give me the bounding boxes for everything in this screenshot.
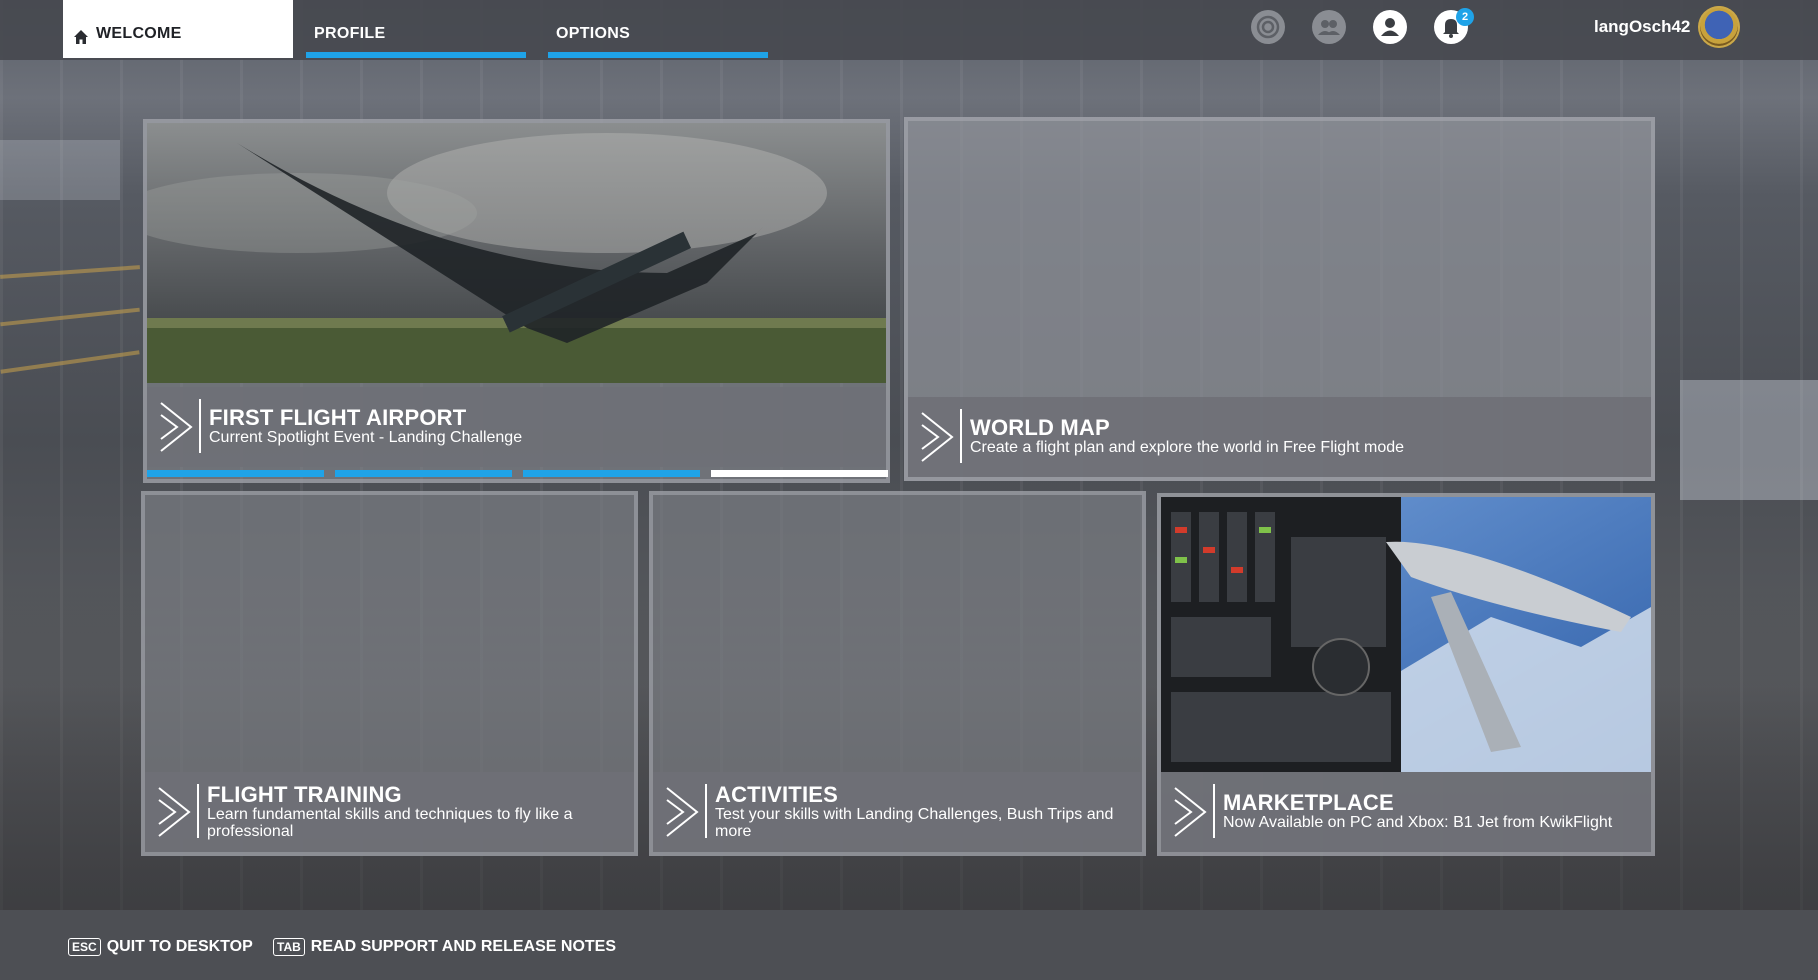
caption-divider (197, 784, 199, 838)
tile-subtitle: Learn fundamental skills and techniques … (207, 806, 573, 840)
tile-marketplace[interactable]: MARKETPLACE Now Available on PC and Xbox… (1157, 493, 1655, 856)
tile-subtitle: Test your skills with Landing Challenges… (715, 806, 1114, 840)
username[interactable]: langOsch42 (1594, 17, 1690, 37)
quit-label: QUIT TO DESKTOP (106, 938, 253, 955)
caption-divider (1213, 784, 1215, 838)
tile-caption: FIRST FLIGHT AIRPORT Current Spotlight E… (147, 387, 886, 467)
tab-welcome[interactable]: WELCOME (63, 0, 293, 58)
tab-profile[interactable]: PROFILE (296, 0, 526, 58)
chevron-right-icon (160, 402, 193, 452)
tile-title: MARKETPLACE (1223, 790, 1394, 815)
account-icon (1381, 18, 1399, 36)
airport-landing-image (147, 123, 886, 383)
marketplace-jet-image (1161, 497, 1651, 772)
carousel-indicator-3[interactable] (523, 470, 700, 477)
tile-subtitle: Now Available on PC and Xbox: B1 Jet fro… (1223, 814, 1613, 831)
tab-underline (306, 52, 526, 58)
achievements-icon (1256, 15, 1280, 39)
tile-world-map[interactable]: WORLD MAP Create a flight plan and explo… (904, 117, 1655, 481)
quit-to-desktop-button[interactable]: ESC QUIT TO DESKTOP (68, 938, 253, 956)
caption-divider (199, 399, 201, 453)
carousel-indicator-4[interactable] (711, 470, 888, 477)
tab-label: PROFILE (314, 25, 386, 42)
notification-badge: 2 (1456, 8, 1474, 26)
account-button[interactable] (1373, 10, 1407, 44)
tile-title: WORLD MAP (970, 415, 1110, 440)
friends-icon (1318, 20, 1340, 35)
tab-label: WELCOME (96, 25, 182, 42)
tile-activities[interactable]: ACTIVITIES Test your skills with Landing… (649, 491, 1146, 856)
tile-title: ACTIVITIES (715, 782, 839, 807)
achievements-button[interactable] (1251, 10, 1285, 44)
tab-options[interactable]: OPTIONS (538, 0, 768, 58)
tile-title: FLIGHT TRAINING (207, 782, 402, 807)
tile-flight-training[interactable]: FLIGHT TRAINING Learn fundamental skills… (141, 491, 638, 856)
friends-button[interactable] (1312, 10, 1346, 44)
tile-subtitle: Create a flight plan and explore the wor… (970, 439, 1405, 456)
tile-subtitle: Current Spotlight Event - Landing Challe… (209, 429, 523, 446)
tile-first-flight-airport[interactable]: FIRST FLIGHT AIRPORT Current Spotlight E… (143, 119, 890, 483)
tab-label: OPTIONS (556, 25, 631, 42)
avatar[interactable] (1698, 6, 1740, 48)
tab-key-badge: TAB (273, 938, 305, 956)
caption-divider (705, 784, 707, 838)
carousel-indicator-1[interactable] (147, 470, 324, 477)
tile-caption: WORLD MAP Create a flight plan and explo… (908, 397, 1651, 477)
top-navigation-bar: WELCOME PROFILE OPTIONS 2 langOsch42 (0, 0, 1818, 60)
tile-title: FIRST FLIGHT AIRPORT (209, 405, 467, 430)
home-icon (74, 30, 88, 44)
release-notes-button[interactable]: TAB READ SUPPORT AND RELEASE NOTES (273, 938, 616, 956)
release-notes-label: READ SUPPORT AND RELEASE NOTES (310, 938, 616, 955)
notifications-button[interactable]: 2 (1434, 8, 1474, 44)
chevron-right-icon (158, 787, 191, 837)
chevron-right-icon (921, 412, 954, 462)
tile-caption: MARKETPLACE Now Available on PC and Xbox… (1161, 772, 1651, 852)
chevron-right-icon (666, 787, 699, 837)
caption-divider (960, 409, 962, 463)
tab-underline (548, 52, 768, 58)
carousel-indicator-2[interactable] (335, 470, 512, 477)
tile-caption: FLIGHT TRAINING Learn fundamental skills… (145, 772, 634, 852)
tile-caption: ACTIVITIES Test your skills with Landing… (653, 772, 1142, 852)
esc-key-badge: ESC (68, 938, 101, 956)
bottom-hint-bar: ESC QUIT TO DESKTOP TAB READ SUPPORT AND… (0, 910, 1818, 980)
chevron-right-icon (1174, 787, 1207, 837)
